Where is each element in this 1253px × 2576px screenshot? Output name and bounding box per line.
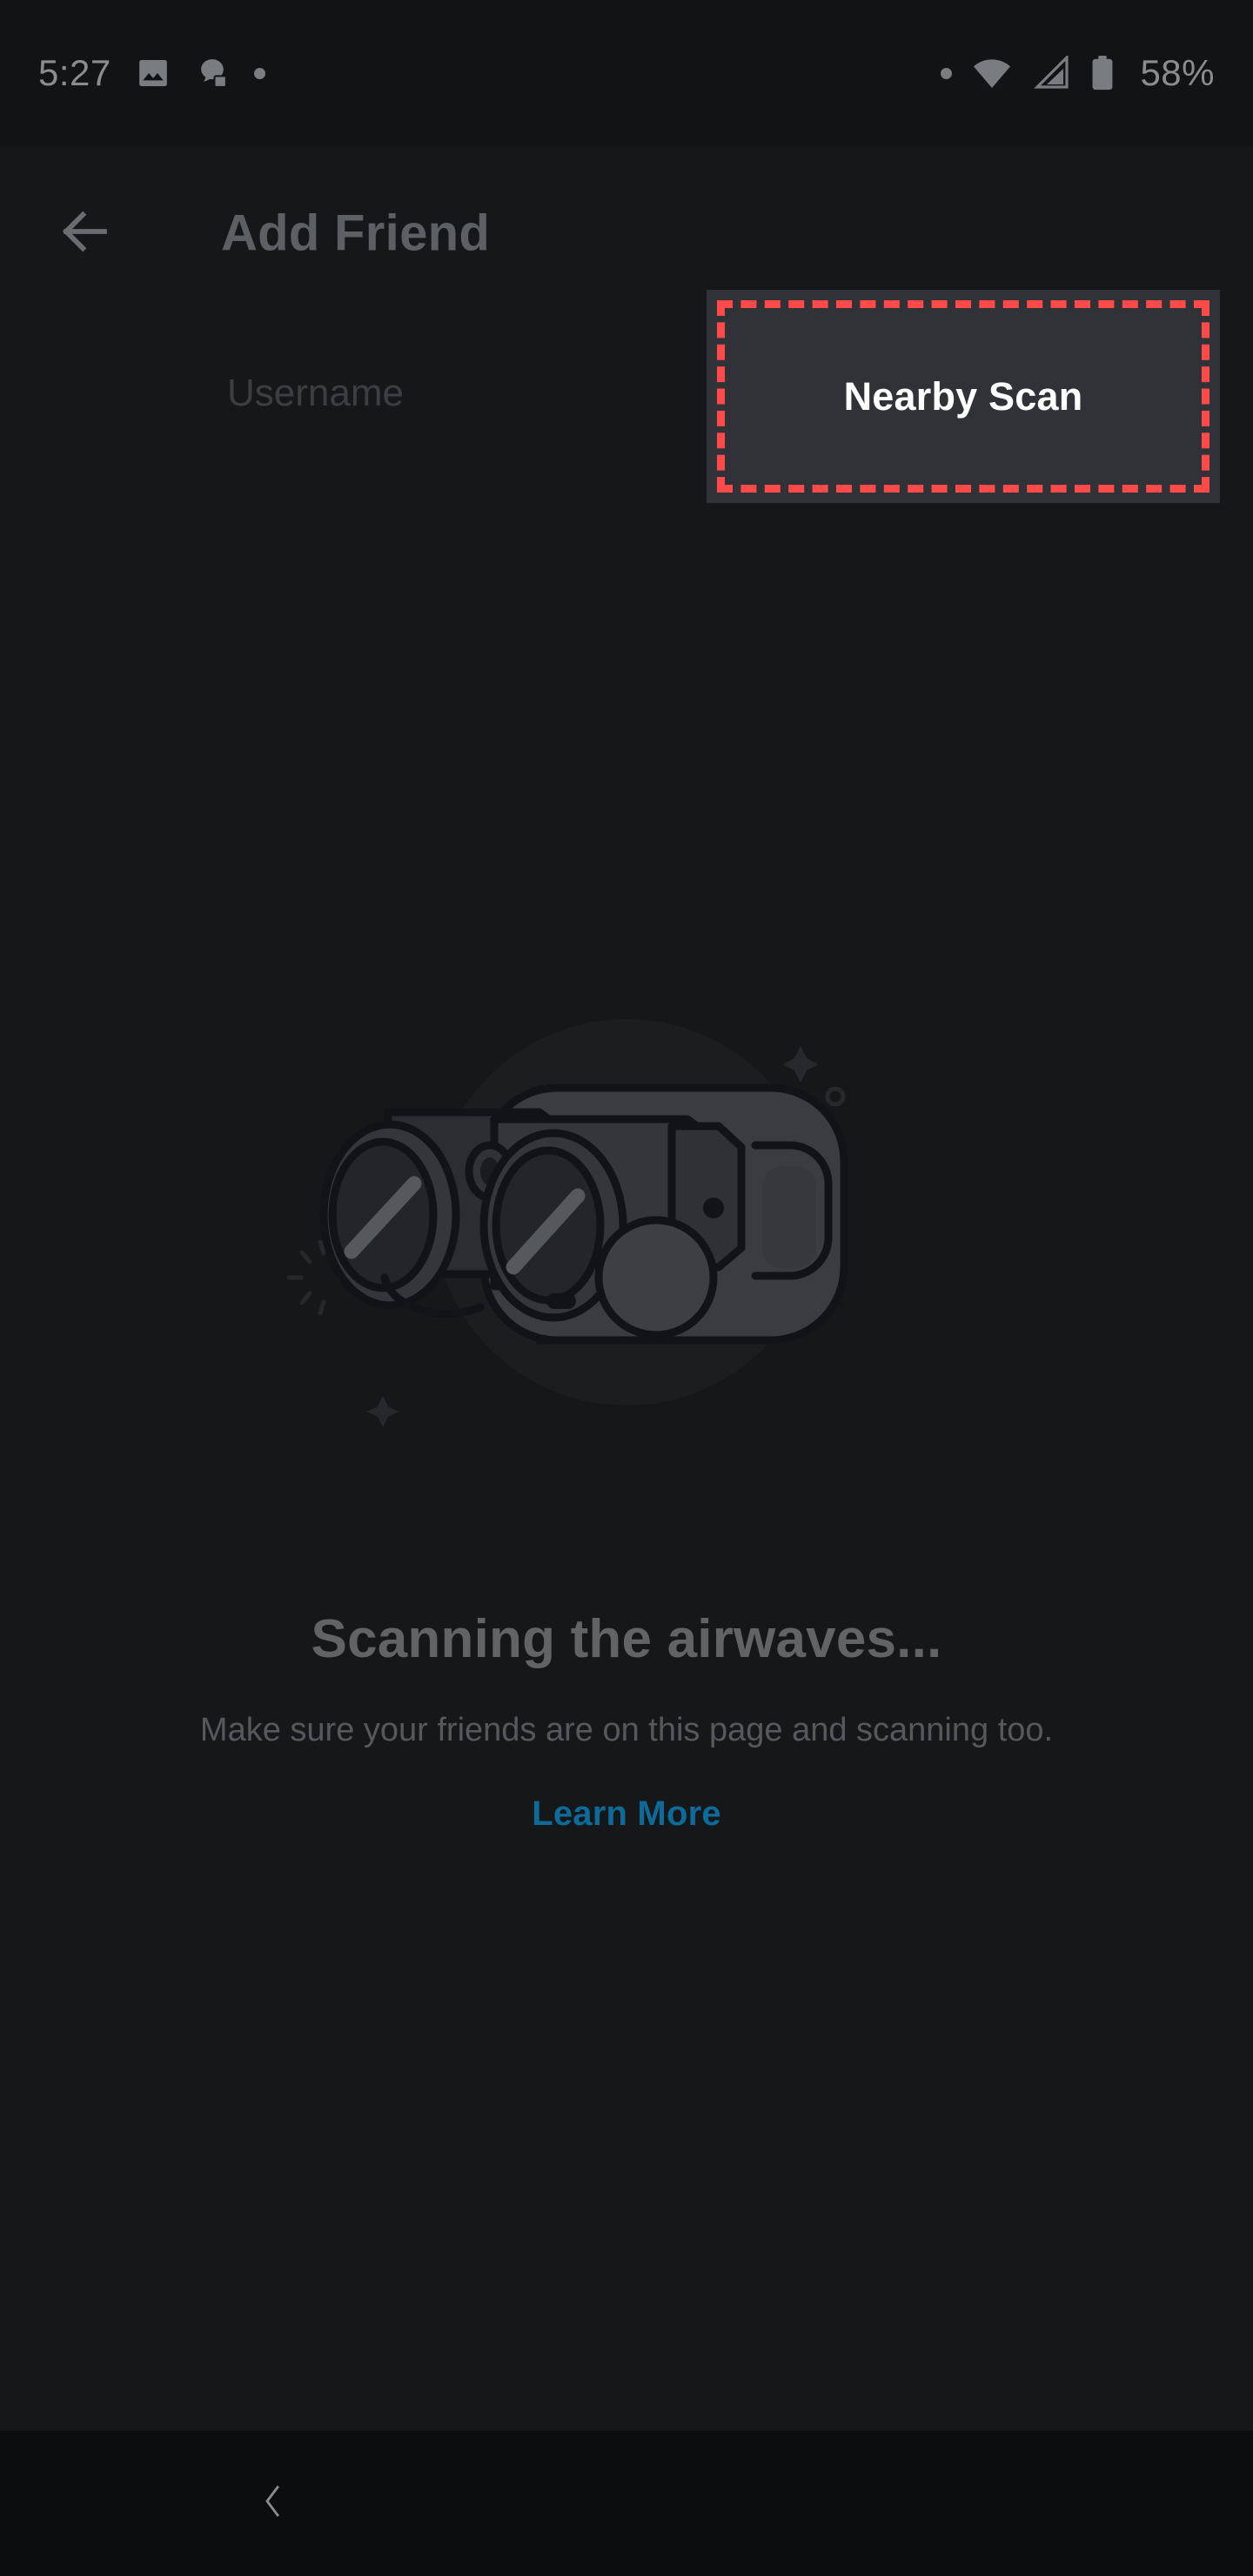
empty-state-illustration-wrap bbox=[0, 949, 1253, 1488]
discord-message-icon bbox=[195, 56, 230, 91]
learn-more-link[interactable]: Learn More bbox=[0, 1794, 1253, 1834]
empty-state-subtitle: Make sure your friends are on this page … bbox=[199, 1712, 1054, 1748]
battery-icon bbox=[1089, 55, 1116, 91]
status-bar-right: 58% bbox=[941, 52, 1215, 94]
image-icon bbox=[136, 56, 171, 91]
binoculars-phone-illustration bbox=[278, 947, 975, 1491]
page-title: Add Friend bbox=[221, 205, 491, 262]
wifi-icon bbox=[971, 56, 1013, 91]
nav-back-button[interactable] bbox=[233, 2465, 312, 2543]
system-navigation-bar bbox=[0, 2431, 1253, 2576]
status-bar-left: 5:27 bbox=[38, 52, 265, 94]
chevron-left-icon bbox=[251, 2480, 293, 2526]
cellular-signal-icon bbox=[1032, 56, 1070, 91]
main-content: Scanning the airwaves... Make sure your … bbox=[0, 466, 1253, 2431]
back-button[interactable] bbox=[45, 193, 125, 273]
status-time: 5:27 bbox=[38, 52, 111, 93]
notification-dot-icon bbox=[941, 67, 953, 79]
status-bar: 5:27 58% bbox=[0, 0, 1253, 146]
empty-state-title: Scanning the airwaves... bbox=[311, 1609, 942, 1669]
tab-username[interactable]: Username bbox=[131, 320, 500, 466]
phone-screen: 5:27 58% Add Friend Username Scanning th… bbox=[0, 0, 1253, 2576]
nearby-scan-button[interactable]: Nearby Scan bbox=[707, 290, 1220, 503]
battery-percent: 58% bbox=[1140, 52, 1215, 93]
notification-dot-icon bbox=[253, 67, 265, 79]
arrow-left-icon bbox=[57, 203, 114, 265]
